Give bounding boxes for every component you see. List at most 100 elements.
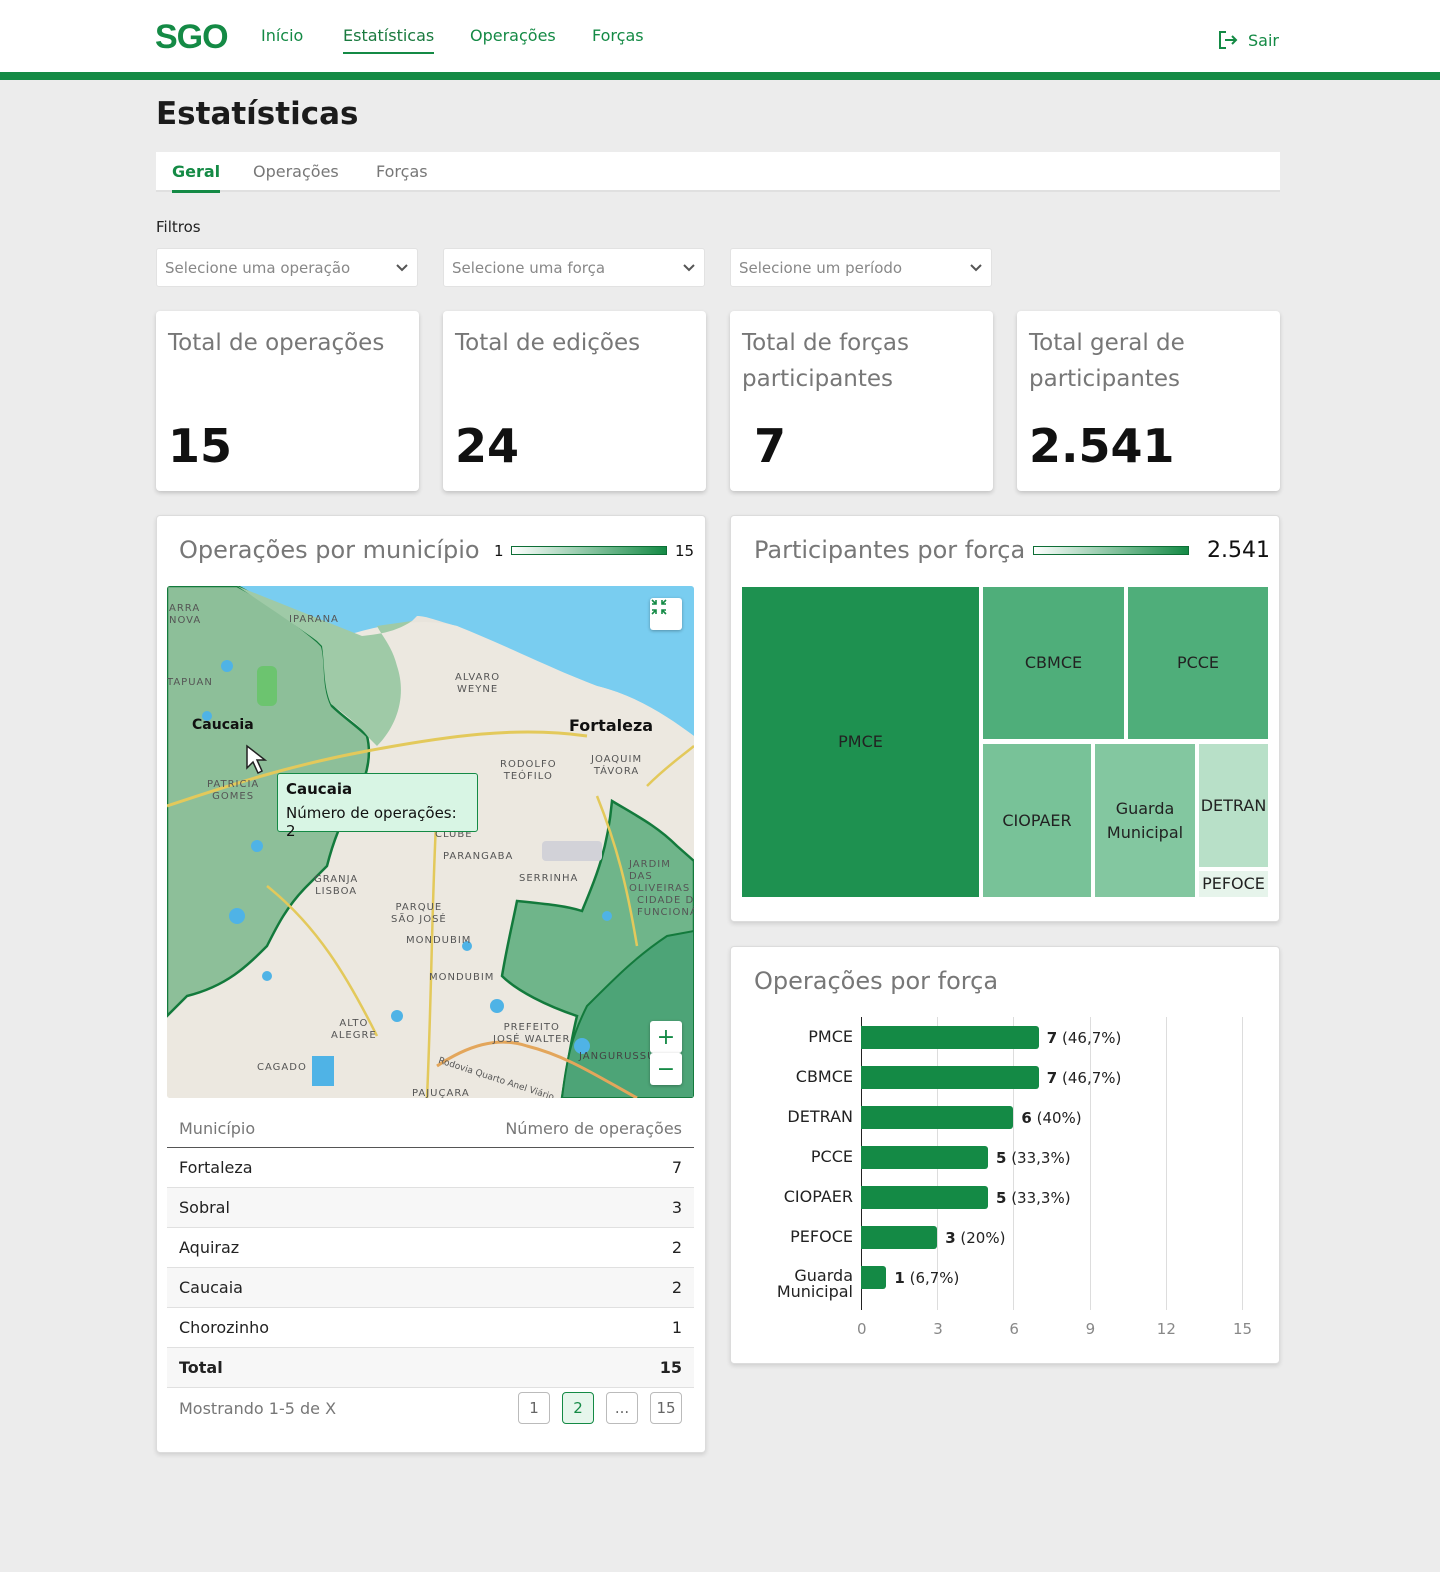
kpi-value: 24 <box>455 419 520 473</box>
logout-icon <box>1219 31 1238 49</box>
grid-line <box>1089 1017 1091 1310</box>
treemap-label: PMCE <box>838 732 883 751</box>
bar-value-label: 6 (40%) <box>1021 1109 1082 1127</box>
treemap-cell-detran[interactable]: DETRAN <box>1199 744 1268 867</box>
force-select[interactable]: Selecione uma força <box>443 248 705 287</box>
treemap-cell-pcce[interactable]: PCCE <box>1128 587 1268 739</box>
map-panel-title: Operações por município <box>179 536 480 564</box>
map-label-patricia-gomes: PATRICIA GOMES <box>207 779 260 802</box>
map-canvas <box>167 586 694 1098</box>
treemap-panel-title: Participantes por força <box>754 536 1026 564</box>
nav-estatisticas[interactable]: Estatísticas <box>343 26 435 54</box>
page-button-15[interactable]: 15 <box>650 1392 682 1424</box>
nav-operacoes[interactable]: Operações <box>470 26 556 45</box>
map-label-prefeito-jose-walter: PREFEITO JOSÉ WALTER <box>493 1022 571 1045</box>
map-legend-min: 1 <box>494 542 504 560</box>
treemap-cell-ciopaer[interactable]: CIOPAER <box>983 744 1091 897</box>
nav-inicio[interactable]: Início <box>261 26 303 45</box>
logout-button[interactable]: Sair <box>1217 29 1279 51</box>
map-zoom-out-button[interactable]: − <box>650 1053 682 1085</box>
map-fullscreen-button[interactable] <box>650 598 682 630</box>
bar[interactable] <box>861 1226 938 1249</box>
tooltip-title: Caucaia <box>286 780 353 798</box>
force-select-placeholder: Selecione uma força <box>452 258 606 277</box>
bar-value-label: 3 (20%) <box>945 1229 1006 1247</box>
kpi-value: 7 <box>754 419 787 473</box>
bar-value-label: 5 (33,3%) <box>996 1149 1071 1167</box>
period-select[interactable]: Selecione um período <box>730 248 992 287</box>
chevron-down-icon <box>683 263 695 271</box>
sgo-logo[interactable]: SGO <box>155 18 229 57</box>
pagination: 1 2 ... 15 <box>518 1392 682 1424</box>
bar-value-label: 7 (46,7%) <box>1046 1069 1122 1087</box>
treemap-label: DETRAN <box>1200 795 1267 815</box>
page-button-1[interactable]: 1 <box>518 1392 550 1424</box>
nav-forcas[interactable]: Forças <box>592 26 644 45</box>
grid-line <box>1242 1017 1243 1310</box>
map-label-jardim-oliveiras: JARDIM DAS OLIVEIRAS <box>629 859 691 894</box>
collapse-icon <box>651 599 667 615</box>
map-label-cagado: CAGADO <box>257 1062 307 1073</box>
top-navbar: SGO Início Estatísticas Operações Forças… <box>0 0 1440 80</box>
map-label-fortaleza: Fortaleza <box>569 716 654 735</box>
map-label-caucaia: Caucaia <box>192 717 254 733</box>
map-label-jangurussu: JANGURUSSU <box>579 1051 656 1062</box>
page-button-2[interactable]: 2 <box>562 1392 594 1424</box>
bar[interactable] <box>861 1106 1014 1129</box>
header-numero-operacoes[interactable]: Número de operações <box>505 1119 682 1138</box>
header-municipio[interactable]: Município <box>179 1119 255 1138</box>
map-label-alvaro-weyne: ALVARO WEYNE <box>455 672 501 695</box>
treemap-label: Guarda Municipal <box>1106 798 1184 842</box>
treemap-label: CBMCE <box>1024 653 1083 672</box>
table-row[interactable]: Chorozinho 1 <box>167 1308 694 1348</box>
cell-count: 7 <box>671 1158 682 1177</box>
bar-category-label: PEFOCE <box>790 1227 853 1246</box>
table-row[interactable]: Fortaleza 7 <box>167 1148 694 1188</box>
tab-geral[interactable]: Geral <box>172 162 221 193</box>
page-button-ellipsis[interactable]: ... <box>606 1392 638 1424</box>
chevron-down-icon <box>396 263 408 271</box>
map-label-iparana: IPARANA <box>289 614 339 625</box>
map-label-serrinha: SERRINHA <box>519 873 579 884</box>
map-label-pajucara: PAJUÇARA <box>412 1088 470 1098</box>
treemap-cell-guarda-municipal[interactable]: Guarda Municipal <box>1095 744 1195 897</box>
map-label-granja-lisboa: GRANJA LISBOA <box>314 874 359 897</box>
period-select-placeholder: Selecione um período <box>739 258 903 277</box>
map-label-cidade-funcionarios: CIDADE DOSFUNCIONÁRIOS <box>637 895 694 918</box>
bar-category-label: PMCE <box>808 1027 853 1046</box>
tab-forcas[interactable]: Forças <box>376 162 428 181</box>
treemap-cell-cbmce[interactable]: CBMCE <box>983 587 1124 739</box>
kpi-value: 15 <box>168 419 233 473</box>
map-label-mondubim: MONDUBIM <box>406 935 472 946</box>
treemap-legend-gradient <box>1033 546 1189 555</box>
operation-select[interactable]: Selecione uma operação <box>156 248 418 287</box>
municipio-table: Município Número de operações Fortaleza … <box>167 1110 694 1428</box>
cell-municipio: Sobral <box>179 1198 230 1217</box>
cell-count: 3 <box>671 1198 682 1217</box>
bar-value-label: 7 (46,7%) <box>1046 1029 1122 1047</box>
bar[interactable] <box>861 1026 1039 1049</box>
treemap-cell-pmce[interactable]: PMCE <box>742 587 979 897</box>
bar[interactable] <box>861 1186 988 1209</box>
treemap-label: PCCE <box>1176 653 1220 672</box>
table-row[interactable]: Caucaia 2 <box>167 1268 694 1308</box>
table-row[interactable]: Sobral 3 <box>167 1188 694 1228</box>
bar[interactable] <box>861 1146 988 1169</box>
cell-municipio: Caucaia <box>179 1278 243 1297</box>
treemap-cell-pefoce[interactable]: PEFOCE <box>1199 871 1268 897</box>
map-label-mondubim-2: MONDUBIM <box>429 972 495 983</box>
bar-category-label: DETRAN <box>787 1107 853 1126</box>
municipio-map[interactable]: ARRA NOVA IPARANA TAPUAN Caucaia Fortalez… <box>167 586 694 1098</box>
bar[interactable] <box>861 1266 887 1289</box>
bar-category-label: Guarda Municipal <box>776 1266 853 1301</box>
operation-select-placeholder: Selecione uma operação <box>165 258 351 277</box>
map-zoom-in-button[interactable]: + <box>650 1021 682 1053</box>
tab-operacoes[interactable]: Operações <box>253 162 339 181</box>
bar-chart-title: Operações por força <box>754 967 999 995</box>
x-tick-label: 0 <box>857 1320 867 1338</box>
bar[interactable] <box>861 1066 1039 1089</box>
kpi-total-participantes: Total geral de participantes 2.541 <box>1017 311 1280 491</box>
map-label-alto-alegre: ALTO ALEGRE <box>331 1018 377 1041</box>
table-row[interactable]: Aquiraz 2 <box>167 1228 694 1268</box>
cursor-icon <box>246 744 268 775</box>
